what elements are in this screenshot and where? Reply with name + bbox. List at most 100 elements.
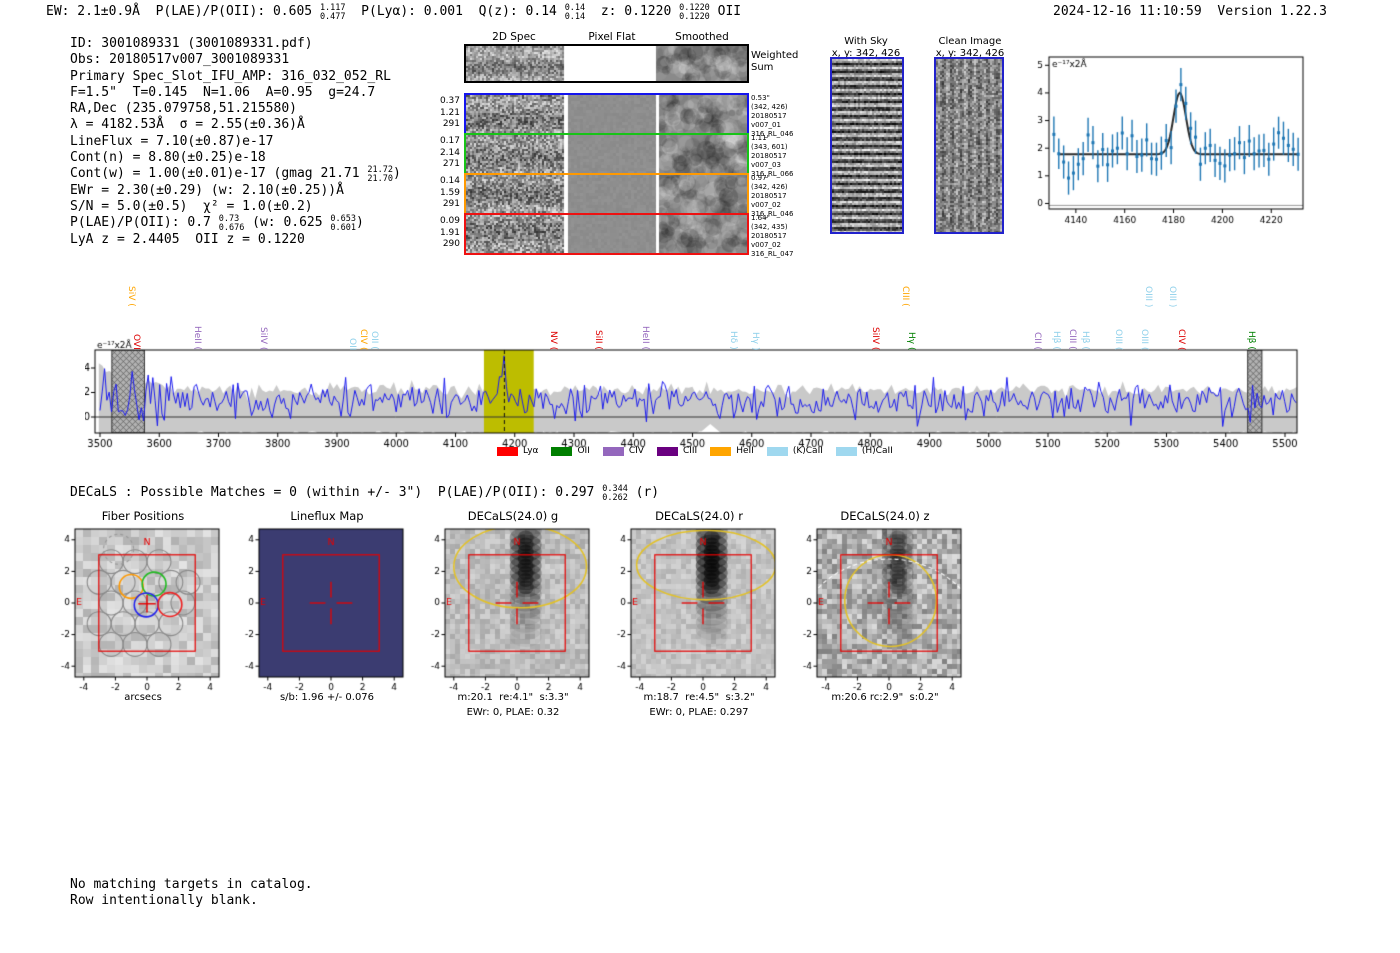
spectral-line-label: CIV (	[1176, 329, 1187, 351]
fiber-strip-left-labels: 0.17 2.14 271	[439, 136, 460, 169]
spec2d-fiber-strip	[464, 213, 749, 255]
cutout-sub1-decals-r: m:18.7 re:4.5" s:3.2"	[643, 692, 755, 703]
stacked-fraction: 1.117 0.477	[319, 3, 346, 22]
spec2d-col-header-pixelflat: Pixel Flat	[588, 31, 636, 43]
spectral-line-label: OII (	[369, 331, 380, 350]
elixer-report-page: EW: 2.1±0.9Å P(LAE)/P(OII): 0.605 1.117 0…	[0, 0, 1400, 953]
spectral-line-label: Hβ (	[1050, 331, 1061, 350]
spectral-line-label: Hγ (	[905, 332, 916, 351]
spectral-line-label: OII	[346, 338, 357, 351]
cutout-sub1-decals-z: m:20.6 rc:2.9" s:0.2"	[831, 692, 939, 703]
info-line: EWr = 2.30(±0.29) (w: 2.10(±0.25))Å	[70, 182, 344, 198]
info-line: Cont(n) = 8.80(±0.25)e-18	[70, 150, 266, 166]
legend-swatch	[710, 446, 732, 456]
header-meta: 2024-12-16 11:10:59 Version 1.22.3	[1053, 4, 1327, 19]
spectral-line-label: OIII )	[1167, 286, 1178, 308]
cutout-decals-z	[801, 521, 969, 695]
spectral-line-label: OIII (	[1138, 329, 1149, 351]
legend-item-ly: Lyα	[497, 446, 538, 456]
stacked-fraction: 0.14 0.14	[564, 3, 586, 22]
fiber-strip-left-labels: 0.14 1.59 291	[439, 176, 460, 209]
spectral-line-label: Hβ (	[1245, 331, 1256, 350]
fiber-strip-right-labels: 0.97" (342, 426) 20180517 v007_02 316_RL…	[751, 174, 794, 218]
cutout-decals-g	[429, 521, 597, 695]
full-spectrum-plot	[85, 338, 1313, 460]
info-line: LyA z = 2.4405 OII z = 0.1220	[70, 231, 305, 247]
detection-info-block: ID: 3001089331 (3001089331.pdf) Obs: 2018…	[70, 36, 401, 248]
spectral-line-label: CII (	[1031, 332, 1042, 350]
info-line: RA,Dec (235.079758,51.215580)	[70, 101, 297, 117]
line-fit-plot	[1035, 45, 1325, 235]
legend-label: OII	[577, 446, 590, 456]
info-line: Primary Spec_Slot_IFU_AMP: 316_032_052_R…	[70, 68, 391, 84]
weighted-sum-label: Weighted Sum	[751, 50, 799, 73]
info-line: λ = 4182.53Å σ = 2.55(±0.36)Å	[70, 117, 305, 133]
legend-swatch	[602, 446, 624, 456]
spectral-line-label: SiIV (	[869, 327, 880, 351]
stacked-fraction: 0.1220 0.1220	[679, 3, 710, 22]
spectral-line-label: HeII (	[192, 326, 203, 350]
cutout-sub1-decals-g: m:20.1 re:4.1" s:3.3"	[457, 692, 569, 703]
spectral-line-label: Hβ (	[1079, 331, 1090, 350]
spec2d-col-header-2dspec: 2D Spec	[492, 31, 536, 43]
header-summary-line: EW: 2.1±0.9Å P(LAE)/P(OII): 0.605 1.117 0…	[46, 3, 742, 22]
legend-label: (K)CaII	[792, 446, 823, 456]
footer-note-2: Row intentionally blank.	[70, 893, 258, 908]
info-line: ID: 3001089331 (3001089331.pdf)	[70, 36, 313, 51]
fiber-strip-left-labels: 0.09 1.91 290	[439, 216, 460, 249]
cutout-sub1-fiber-positions: arcsecs	[124, 692, 162, 703]
cutout-fiber-positions	[59, 521, 227, 695]
stacked-fraction: 0.344 0.262	[602, 484, 628, 503]
spectral-line-label: NV (	[547, 331, 558, 351]
spectral-line-label: CIII (	[899, 286, 910, 307]
legend-item-oii: OII	[551, 446, 590, 456]
spectral-line-label: HeII (	[640, 326, 651, 350]
fiber-strip-right-labels: 0.53" (342, 426) 20180517 v007_01 316_RL…	[751, 94, 794, 138]
legend-swatch	[656, 446, 678, 456]
spectrum-legend: Lyα OII CIV CIII HeII (K)CaII (H)CaII	[497, 446, 906, 456]
legend-label: Lyα	[523, 446, 539, 456]
legend-swatch	[551, 446, 573, 456]
info-line: F=1.5" T=0.145 N=1.06 A=0.95 g=24.7	[70, 84, 376, 100]
info-line: LineFlux = 7.10(±0.87)e-17	[70, 133, 274, 149]
spectral-line-label: SiV (	[125, 286, 136, 307]
cutout-sub1-lineflux-map: s/b: 1.96 +/- 0.076	[279, 692, 375, 703]
footer-note-1: No matching targets in catalog.	[70, 877, 313, 892]
legend-label: HeII	[736, 446, 754, 456]
spectral-line-label: OVI	[130, 334, 141, 350]
cutout-decals-r	[615, 521, 783, 695]
spectral-line-label: Hγ )	[749, 332, 760, 351]
legend-label: (H)CaII	[861, 446, 893, 456]
stacked-fraction: 0.653 0.601	[330, 214, 356, 234]
spectral-line-label: CIII (	[1066, 329, 1077, 350]
legend-item-civ: CIV	[602, 446, 644, 456]
legend-label: CIII	[682, 446, 698, 456]
legend-item-heii: HeII	[710, 446, 754, 456]
clean-image	[934, 57, 1004, 234]
cutout-sub2-decals-g: EWr: 0, PLAE: 0.32	[466, 707, 560, 718]
legend-swatch	[766, 446, 788, 456]
cutout-lineflux-map	[243, 521, 411, 695]
legend-label: CIV	[628, 446, 644, 456]
report-datetime: 2024-12-16 11:10:59	[1053, 4, 1202, 19]
stacked-fraction: 21.72 21.70	[367, 165, 394, 185]
spectral-line-label: Hδ )	[727, 331, 738, 350]
info-line: P(LAE)/P(OII): 0.7 0.73 0.676 (w: 0.625 0…	[70, 214, 364, 234]
cutout-sub2-decals-r: EWr: 0, PLAE: 0.297	[649, 707, 749, 718]
info-line: S/N = 5.0(±0.5) χ² = 1.0(±0.2)	[70, 198, 313, 214]
fiber-strip-right-labels: 1.64" (342, 435) 20180517 v007_02 316_RL…	[751, 214, 794, 258]
legend-swatch	[835, 446, 857, 456]
legend-swatch	[497, 446, 518, 456]
spectral-line-label: OIII )	[1142, 286, 1153, 308]
report-version: Version 1.22.3	[1217, 4, 1327, 19]
spec2d-weighted-sum-strip	[464, 44, 749, 83]
fiber-strip-left-labels: 0.37 1.21 291	[439, 96, 460, 129]
with-sky-image	[830, 57, 904, 234]
legend-item-ciii: CIII	[656, 446, 698, 456]
spec2d-col-header-smoothed: Smoothed	[675, 31, 729, 43]
spectral-line-label: SiII (	[592, 330, 603, 350]
info-line: Cont(w) = 1.00(±0.01)e-17 (gmag 21.71 21…	[70, 165, 401, 185]
spec2d-fiber-strip	[464, 93, 749, 135]
spec2d-fiber-strip	[464, 173, 749, 215]
fiber-strip-right-labels: 1.11" (343, 601) 20180517 v007_03 316_RL…	[751, 134, 794, 178]
